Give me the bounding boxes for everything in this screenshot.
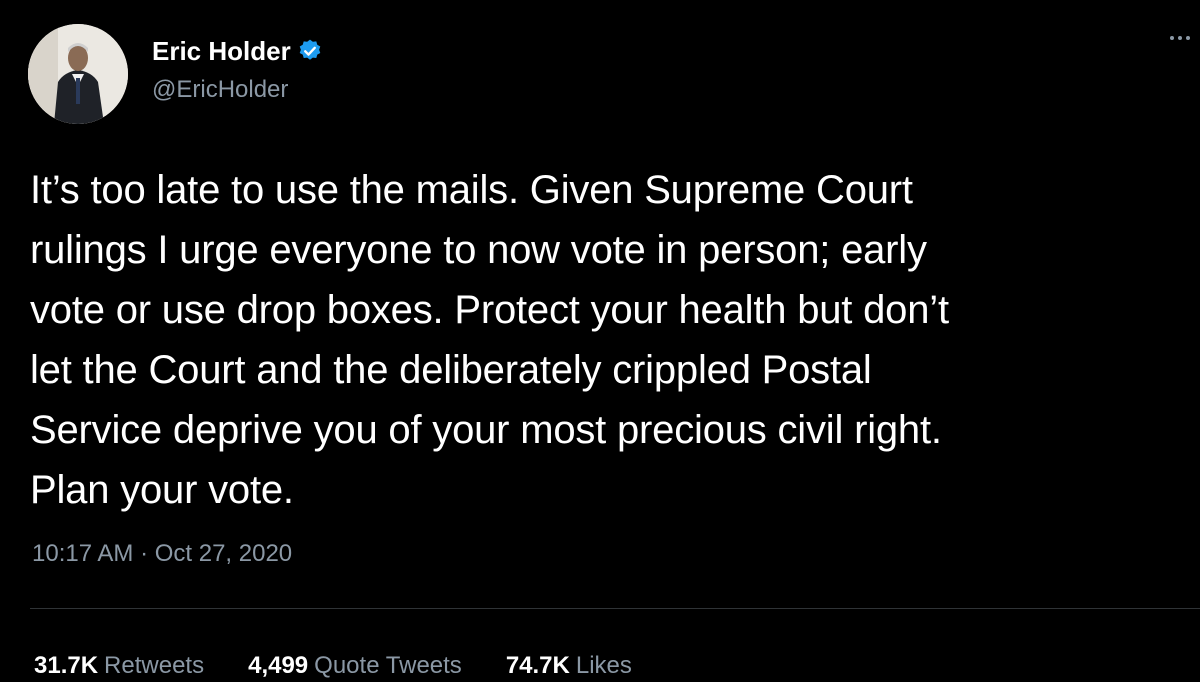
likes-count: 74.7K [505,652,570,679]
retweets-count: 31.7K [34,652,99,679]
tweet-text: It’s too late to use the mails. Given Su… [30,168,949,512]
verified-badge-icon [297,38,323,64]
tweet-timestamp[interactable]: 10:17 AM · Oct 27, 2020 [32,538,292,570]
quote-tweets-label: Quote Tweets [314,652,462,679]
author-info: Eric Holder @EricHolder [152,34,323,106]
retweets-stat[interactable]: 31.7K Retweets [34,650,204,682]
likes-stat[interactable]: 74.7K Likes [506,650,632,682]
likes-label: Likes [575,652,632,679]
dot [1170,36,1174,40]
avatar-image [28,24,128,124]
tweet-card: Eric Holder @EricHolder It’s too late to… [0,0,1200,679]
name-row: Eric Holder [152,34,323,68]
dot [1186,36,1190,40]
engagement-stats: 31.7K Retweets 4,499 Quote Tweets 74.7K Lik… [34,650,632,682]
retweets-label: Retweets [104,652,205,679]
dot [1178,36,1182,40]
more-options-icon[interactable] [1150,28,1190,48]
quote-tweets-count: 4,499 [248,652,309,679]
avatar[interactable] [28,24,128,124]
quote-tweets-stat[interactable]: 4,499 Quote Tweets [248,650,462,682]
user-handle[interactable]: @EricHolder [152,74,323,106]
divider [30,608,1200,609]
display-name[interactable]: Eric Holder [152,34,291,68]
